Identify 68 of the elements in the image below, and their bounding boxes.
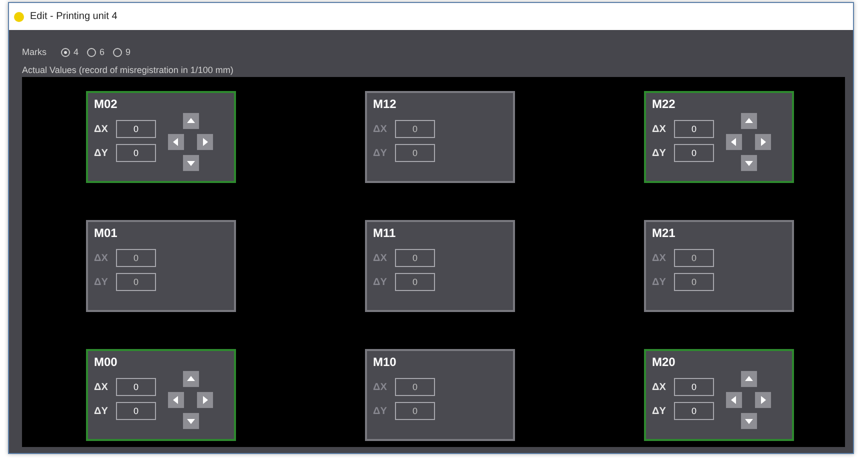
delta-y-field[interactable]: 0 — [674, 273, 714, 291]
card-title: M01 — [94, 226, 118, 240]
delta-x-label: ΔX — [94, 252, 109, 264]
card-title: M22 — [652, 97, 676, 111]
delta-x-field[interactable]: 0 — [395, 249, 435, 267]
delta-x-label: ΔX — [652, 382, 667, 392]
left-arrow-button[interactable] — [168, 134, 184, 150]
right-arrow-button[interactable] — [755, 134, 771, 150]
radio-option[interactable]: 9 — [112, 47, 131, 57]
delta-y-label: ΔY — [652, 148, 667, 158]
down-arrow-button[interactable] — [183, 413, 199, 429]
up-arrow-button[interactable] — [741, 113, 757, 129]
delta-y-field[interactable]: 0 — [674, 402, 714, 420]
card-title: M10 — [373, 355, 398, 369]
delta-y-field[interactable]: 0 — [674, 144, 714, 162]
delta-x-field[interactable]: 0 — [116, 378, 156, 396]
card-title: M00 — [94, 355, 118, 369]
delta-y-field[interactable]: 0 — [395, 144, 435, 162]
delta-y-label: ΔY — [94, 148, 109, 158]
left-arrow-button[interactable] — [168, 392, 184, 408]
delta-x-label: ΔX — [652, 252, 667, 264]
up-arrow-button[interactable] — [183, 113, 199, 129]
right-arrow-button[interactable] — [197, 134, 213, 150]
down-arrow-button[interactable] — [741, 413, 757, 429]
down-arrow-button[interactable] — [741, 155, 757, 171]
card-title: M21 — [652, 226, 676, 240]
right-arrow-button[interactable] — [755, 392, 771, 408]
delta-y-label: ΔY — [94, 406, 109, 416]
delta-y-label: ΔY — [652, 406, 667, 416]
delta-x-field[interactable]: 0 — [116, 249, 156, 267]
delta-x-label: ΔX — [373, 252, 388, 264]
delta-y-label: ΔY — [652, 276, 667, 288]
radio-option[interactable]: 4 — [60, 47, 79, 57]
delta-x-field[interactable]: 0 — [674, 120, 714, 138]
delta-x-field[interactable]: 0 — [674, 249, 714, 267]
delta-x-field[interactable]: 0 — [674, 378, 714, 396]
up-arrow-button[interactable] — [741, 371, 757, 387]
delta-x-label: ΔX — [94, 124, 109, 134]
card-title: M12 — [373, 97, 398, 111]
status-dot-icon — [14, 12, 24, 22]
section-title: Actual Values (record of misregistration in 1/100 mm) — [22, 65, 234, 75]
card-title: M20 — [652, 355, 676, 369]
card-title: M11 — [373, 226, 397, 240]
up-arrow-button[interactable] — [183, 371, 199, 387]
delta-y-label: ΔY — [373, 406, 388, 416]
delta-y-label: ΔY — [94, 276, 109, 288]
delta-x-label: ΔX — [373, 382, 388, 392]
delta-x-field[interactable]: 0 — [395, 378, 435, 396]
delta-x-label: ΔX — [94, 382, 109, 392]
delta-y-field[interactable]: 0 — [116, 402, 156, 420]
card-title: M02 — [94, 97, 118, 111]
marks-label: Marks — [22, 47, 46, 57]
delta-y-label: ΔY — [373, 148, 388, 158]
delta-x-label: ΔX — [373, 124, 388, 134]
left-arrow-button[interactable] — [726, 392, 742, 408]
radio-option[interactable]: 6 — [86, 47, 105, 57]
left-arrow-button[interactable] — [726, 134, 742, 150]
window-title: Edit - Printing unit 4 — [30, 11, 118, 22]
delta-y-field[interactable]: 0 — [116, 273, 156, 291]
delta-x-field[interactable]: 0 — [116, 120, 156, 138]
delta-y-field[interactable]: 0 — [395, 402, 435, 420]
down-arrow-button[interactable] — [183, 155, 199, 171]
right-arrow-button[interactable] — [197, 392, 213, 408]
delta-x-label: ΔX — [652, 124, 667, 134]
delta-x-field[interactable]: 0 — [395, 120, 435, 138]
delta-y-label: ΔY — [373, 276, 388, 288]
delta-y-field[interactable]: 0 — [395, 273, 435, 291]
delta-y-field[interactable]: 0 — [116, 144, 156, 162]
